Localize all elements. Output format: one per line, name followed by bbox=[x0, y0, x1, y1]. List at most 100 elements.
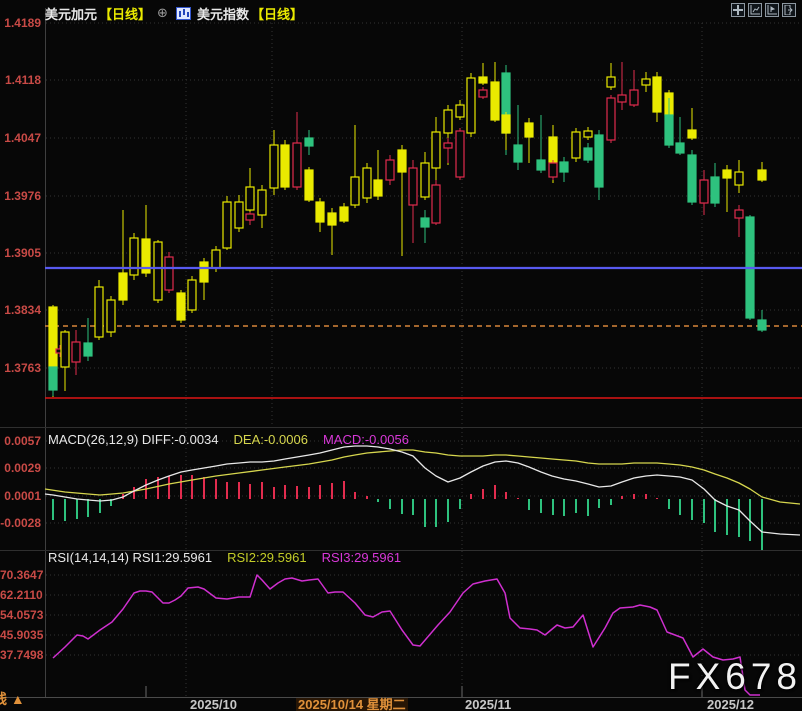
candle-body bbox=[652, 76, 662, 113]
candle-body bbox=[559, 161, 569, 173]
candle-body bbox=[245, 213, 255, 221]
candle-body bbox=[722, 169, 732, 179]
candle-body bbox=[327, 212, 337, 226]
candle-body bbox=[211, 249, 221, 269]
candle-body bbox=[571, 131, 581, 159]
price-axis-label: 1.4118 bbox=[4, 73, 41, 87]
candle-body bbox=[280, 144, 290, 188]
chart-header: 美元加元 【日线】 ⊕ 美元指数 【日线】 bbox=[45, 4, 303, 22]
candle-body bbox=[734, 209, 744, 219]
price-axis-label: 1.4189 bbox=[4, 16, 41, 30]
rsi2-value: RSI2:29.5961 bbox=[227, 550, 307, 565]
selected-date-label[interactable]: 2025/10/14 星期二 bbox=[296, 698, 408, 711]
price-axis-label: 1.3834 bbox=[4, 303, 41, 317]
candle-body bbox=[420, 162, 430, 198]
symbol-period[interactable]: 【日线】 bbox=[99, 4, 151, 23]
candle-body bbox=[48, 306, 58, 369]
candle-body bbox=[350, 176, 360, 206]
candle-body bbox=[71, 341, 81, 363]
candle-body bbox=[513, 144, 523, 163]
candle-body bbox=[129, 237, 139, 276]
candle-body bbox=[60, 331, 70, 368]
candle-body bbox=[757, 319, 767, 331]
rsi-axis-label: 62.2110 bbox=[0, 588, 43, 602]
macd-axis-label: 0.0057 bbox=[4, 434, 41, 448]
candle-body bbox=[524, 122, 534, 138]
candle-body bbox=[362, 167, 372, 199]
trading-chart-window: 美元加元 【日线】 ⊕ 美元指数 【日线】 MACD(26,12,9) DIFF… bbox=[0, 0, 802, 711]
candle-body bbox=[641, 78, 651, 86]
exit-view-button[interactable] bbox=[782, 3, 796, 17]
candle-body bbox=[245, 186, 255, 211]
candle-body bbox=[48, 366, 58, 391]
candle-body bbox=[675, 142, 685, 154]
candle-body bbox=[687, 154, 697, 203]
candle-body bbox=[548, 136, 558, 163]
candle-body bbox=[153, 241, 163, 301]
candle-body bbox=[292, 142, 302, 188]
macd-macd-value: MACD:-0.0056 bbox=[322, 432, 409, 447]
candle-body bbox=[687, 129, 697, 139]
candle-body bbox=[385, 159, 395, 181]
macd-axis-label: 0.0029 bbox=[4, 461, 41, 475]
axis-flag-icon bbox=[767, 5, 777, 15]
candle-body bbox=[443, 142, 453, 149]
chart-canvas[interactable] bbox=[0, 0, 802, 711]
symbol-name[interactable]: 美元加元 bbox=[45, 4, 97, 23]
candle-body bbox=[757, 169, 767, 181]
candle-body bbox=[199, 261, 209, 283]
fx678-watermark: FX678 bbox=[668, 656, 802, 697]
candle-body bbox=[664, 114, 674, 146]
compare-symbol-name[interactable]: 美元指数 bbox=[197, 4, 249, 23]
candle-body bbox=[536, 159, 546, 171]
macd-axis-label: 0.0001 bbox=[4, 489, 41, 503]
candle-body bbox=[304, 137, 314, 147]
candle-body bbox=[455, 104, 465, 118]
exit-door-icon bbox=[784, 5, 793, 15]
candle-body bbox=[269, 144, 279, 189]
candle-body bbox=[490, 81, 500, 121]
candle-body bbox=[443, 109, 453, 134]
candle-body bbox=[478, 76, 488, 84]
candle-body bbox=[583, 130, 593, 138]
x-axis-scale-button[interactable] bbox=[765, 3, 779, 17]
month-label[interactable]: 2025/12 bbox=[707, 698, 754, 711]
rsi-axis-label: 45.9035 bbox=[0, 628, 44, 642]
rsi3-value: RSI3:29.5961 bbox=[321, 550, 402, 565]
candle-body bbox=[118, 272, 128, 301]
rsi-line bbox=[52, 574, 760, 696]
candle-body bbox=[617, 94, 627, 103]
candle-body bbox=[431, 184, 441, 224]
candle-body bbox=[164, 256, 174, 291]
month-label[interactable]: 2025/11 bbox=[465, 698, 511, 711]
price-axis-label: 1.3905 bbox=[4, 246, 41, 260]
price-axis-label: 1.4047 bbox=[4, 131, 41, 145]
candle-body bbox=[339, 206, 349, 222]
candle-body bbox=[315, 201, 325, 223]
move-cross-icon bbox=[733, 5, 743, 15]
candle-body bbox=[455, 130, 465, 178]
candle-body bbox=[734, 171, 744, 186]
candle-body bbox=[176, 292, 186, 321]
price-axis-label: 1.3763 bbox=[4, 361, 41, 375]
month-label[interactable]: 2025/10 bbox=[190, 698, 237, 711]
candle-body bbox=[83, 342, 93, 357]
candle-body bbox=[373, 179, 383, 197]
candle-body bbox=[606, 76, 616, 88]
candle-body bbox=[466, 77, 476, 134]
rsi-axis-label: 70.3647 bbox=[0, 568, 44, 582]
move-tool-button[interactable] bbox=[731, 3, 745, 17]
axis-chart-icon bbox=[750, 5, 760, 15]
candle-body bbox=[187, 279, 197, 311]
y-axis-scale-button[interactable] bbox=[748, 3, 762, 17]
macd-label-row: MACD(26,12,9) DIFF:-0.0034 DEA:-0.0006 M… bbox=[48, 432, 409, 447]
candle-body bbox=[548, 162, 558, 178]
candle-body bbox=[629, 89, 639, 106]
compare-symbol-period[interactable]: 【日线】 bbox=[251, 4, 303, 23]
candle-body bbox=[304, 169, 314, 201]
candle-body bbox=[431, 131, 441, 169]
candle-body bbox=[699, 179, 709, 204]
candle-body bbox=[222, 201, 232, 249]
corner-period-label: 线 ▲ bbox=[0, 691, 25, 707]
candle-body bbox=[94, 286, 104, 338]
